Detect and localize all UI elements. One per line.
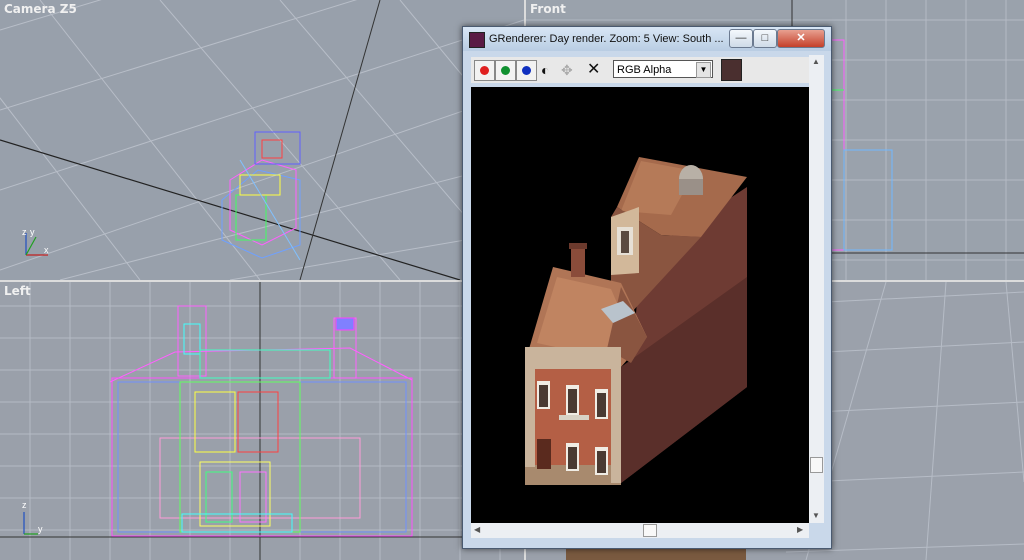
clear-icon[interactable]: ✕ bbox=[587, 61, 600, 79]
vertical-scroll-thumb[interactable] bbox=[810, 457, 823, 473]
mono-toggle-icon[interactable]: ◐ bbox=[541, 61, 549, 79]
blue-channel-button[interactable] bbox=[516, 60, 537, 81]
camera-viewport-label: Camera Z5 bbox=[4, 2, 77, 16]
red-dot-icon bbox=[480, 66, 489, 75]
axis-y-label: y bbox=[30, 227, 35, 237]
split-icon[interactable]: ✥ bbox=[561, 61, 573, 79]
left-viewport-label: Left bbox=[4, 284, 31, 298]
red-channel-button[interactable] bbox=[474, 60, 495, 81]
scroll-right-arrow[interactable]: ▶ bbox=[797, 525, 803, 534]
camera-wireframe-building bbox=[221, 131, 301, 261]
vertical-scrollbar[interactable]: ▲ ▼ bbox=[809, 55, 824, 523]
renderer-window[interactable]: GRenderer: Day render. Zoom: 5 View: Sou… bbox=[462, 26, 832, 549]
minimize-button[interactable]: — bbox=[729, 29, 753, 48]
window-title: GRenderer: Day render. Zoom: 5 View: Sou… bbox=[489, 33, 724, 45]
close-button[interactable]: ✕ bbox=[777, 29, 825, 48]
horizontal-scrollbar[interactable]: ◀ ▶ bbox=[471, 523, 809, 538]
render-canvas bbox=[471, 87, 809, 523]
chevron-down-icon[interactable]: ▼ bbox=[696, 62, 711, 78]
axis-z-label: z bbox=[22, 500, 27, 510]
scroll-down-arrow[interactable]: ▼ bbox=[812, 511, 820, 520]
axis-y-label: y bbox=[38, 524, 43, 534]
camera-viewport[interactable]: Camera Z5 z y x bbox=[0, 0, 524, 280]
channel-select[interactable]: RGB Alpha ▼ bbox=[613, 60, 713, 78]
horizontal-scroll-thumb[interactable] bbox=[643, 524, 657, 537]
left-viewport[interactable]: Left z y bbox=[0, 282, 524, 560]
scroll-up-arrow[interactable]: ▲ bbox=[812, 57, 820, 66]
camera-grid bbox=[0, 0, 524, 280]
channel-select-value: RGB Alpha bbox=[617, 64, 672, 76]
color-swatch[interactable] bbox=[721, 59, 742, 81]
front-wireframe-building bbox=[829, 39, 893, 251]
scroll-left-arrow[interactable]: ◀ bbox=[474, 525, 480, 534]
maximize-button[interactable]: □ bbox=[753, 29, 777, 48]
green-channel-button[interactable] bbox=[495, 60, 516, 81]
left-wireframe-building bbox=[109, 305, 413, 537]
window-titlebar[interactable]: GRenderer: Day render. Zoom: 5 View: Sou… bbox=[463, 27, 831, 51]
rendered-building-image bbox=[525, 157, 747, 485]
axis-tripod-icon bbox=[23, 512, 38, 535]
blue-dot-icon bbox=[522, 66, 531, 75]
front-viewport-label: Front bbox=[530, 2, 566, 16]
axis-x-label: x bbox=[44, 245, 49, 255]
render-toolbar: ◐ ✥ ✕ RGB Alpha ▼ bbox=[471, 57, 821, 83]
green-dot-icon bbox=[501, 66, 510, 75]
axis-z-label: z bbox=[22, 227, 27, 237]
left-grid bbox=[0, 282, 524, 560]
app-icon bbox=[469, 32, 485, 48]
